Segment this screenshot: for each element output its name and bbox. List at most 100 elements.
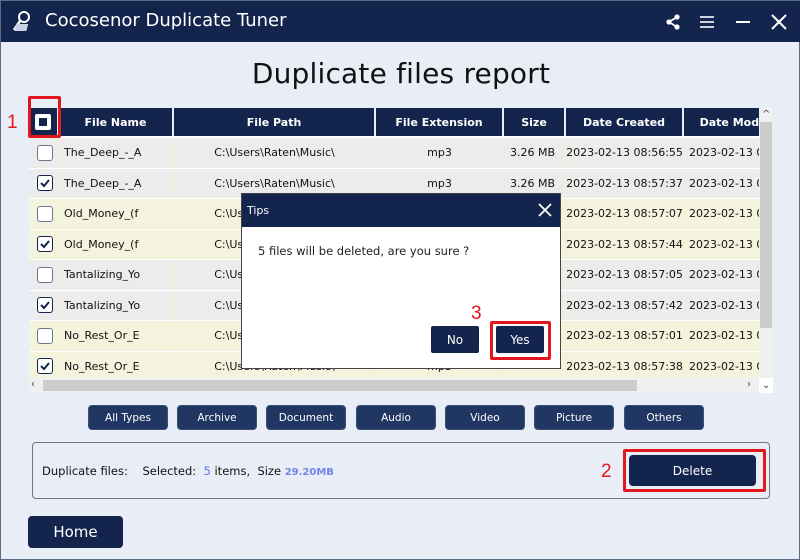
minimize-button[interactable] xyxy=(730,9,756,35)
filter-video-button[interactable]: Video xyxy=(445,405,525,430)
row-checkbox[interactable] xyxy=(37,327,53,344)
selection-summary: Duplicate files: Selected: 5 items, Size… xyxy=(42,464,334,478)
dialog-header: Tips xyxy=(242,194,560,227)
row-checkbox[interactable] xyxy=(37,358,53,375)
checkmark-icon xyxy=(40,362,50,371)
step-3-highlight xyxy=(490,321,551,360)
step-2-label: 2 xyxy=(601,461,612,482)
file-name-cell: Tantalizing_Yo xyxy=(59,260,174,290)
row-select-cell xyxy=(29,199,59,229)
filter-picture-button[interactable]: Picture xyxy=(534,405,614,430)
scroll-up-icon[interactable]: ^ xyxy=(762,110,770,120)
row-select-cell xyxy=(29,138,59,168)
column-header-size[interactable]: Size xyxy=(504,108,566,136)
file-path-cell: C:\Users\Raten\Music\ xyxy=(174,138,376,168)
row-checkbox[interactable] xyxy=(37,236,53,253)
share-button[interactable] xyxy=(660,9,686,35)
scroll-right-icon[interactable]: › xyxy=(747,380,751,390)
share-icon xyxy=(666,14,680,30)
step-3-label: 3 xyxy=(471,303,482,324)
date-created-cell: 2023-02-13 08:57:38 xyxy=(566,351,684,378)
dialog-title: Tips xyxy=(247,204,270,217)
row-checkbox[interactable] xyxy=(37,297,53,314)
selected-label: Selected: xyxy=(142,464,197,478)
dialog-close-button[interactable] xyxy=(536,201,554,219)
items-label: items, xyxy=(214,464,251,478)
row-select-cell xyxy=(29,168,59,198)
date-created-cell: 2023-02-13 08:57:37 xyxy=(566,168,684,198)
filter-archive-button[interactable]: Archive xyxy=(177,405,257,430)
step-2-highlight xyxy=(623,449,766,492)
row-checkbox[interactable] xyxy=(37,144,53,161)
date-created-cell: 2023-02-13 08:57:07 xyxy=(566,199,684,229)
row-checkbox[interactable] xyxy=(37,266,53,283)
selected-size: 29.20MB xyxy=(284,467,334,478)
minimize-icon xyxy=(736,21,750,23)
filter-all-types-button[interactable]: All Types xyxy=(88,405,168,430)
checkmark-icon xyxy=(40,240,50,249)
dialog-message: 5 files will be deleted, are you sure ? xyxy=(258,244,470,258)
close-icon xyxy=(538,203,552,217)
date-modified-cell: 2023-02-13 08:57:0 xyxy=(684,138,759,168)
table-header: File Name File Path File Extension Size … xyxy=(29,108,759,136)
column-header-file-extension[interactable]: File Extension xyxy=(376,108,504,136)
row-select-cell xyxy=(29,321,59,351)
date-modified-cell: 2023-02-13 08:57:5 xyxy=(684,199,759,229)
date-modified-cell: 2023-02-13 08:57:3 xyxy=(684,352,759,379)
file-name-cell: No_Rest_Or_E xyxy=(59,351,174,378)
date-created-cell: 2023-02-13 08:56:55 xyxy=(566,138,684,168)
step-1-label: 1 xyxy=(7,112,18,133)
file-name-cell: No_Rest_Or_E xyxy=(59,321,174,351)
column-header-file-path[interactable]: File Path xyxy=(174,108,376,136)
menu-icon xyxy=(700,16,714,28)
filter-others-button[interactable]: Others xyxy=(624,405,704,430)
horizontal-scroll-thumb[interactable] xyxy=(43,380,637,391)
summary-label: Duplicate files: xyxy=(42,464,128,478)
row-select-cell xyxy=(29,229,59,259)
checkmark-icon xyxy=(40,301,50,310)
date-created-cell: 2023-02-13 08:57:05 xyxy=(566,260,684,290)
row-checkbox[interactable] xyxy=(37,175,53,192)
date-created-cell: 2023-02-13 08:57:44 xyxy=(566,229,684,259)
file-name-cell: The_Deep_-_A xyxy=(59,168,174,198)
table-row[interactable]: The_Deep_-_A C:\Users\Raten\Music\ mp3 3.26… xyxy=(29,138,759,169)
scroll-left-icon[interactable]: ‹ xyxy=(31,380,35,390)
file-name-cell: Old_Money_(f xyxy=(59,229,174,259)
date-modified-cell: 2023-02-13 08:57:5 xyxy=(684,230,759,260)
row-select-cell xyxy=(29,290,59,320)
file-name-cell: Old_Money_(f xyxy=(59,199,174,229)
date-modified-cell: 2023-02-13 08:57:3 xyxy=(684,169,759,199)
page-title: Duplicate files report xyxy=(251,57,551,90)
checkmark-icon xyxy=(40,179,50,188)
date-modified-cell: 2023-02-13 08:57:4 xyxy=(684,260,759,290)
size-label: Size xyxy=(257,464,282,478)
selected-count: 5 xyxy=(203,464,211,478)
row-checkbox[interactable] xyxy=(37,205,53,222)
vertical-scrollbar[interactable]: ^ ⌄ xyxy=(759,108,773,391)
file-name-cell: The_Deep_-_A xyxy=(59,138,174,168)
title-bar: Cocosenor Duplicate Tuner xyxy=(1,1,800,42)
vertical-scroll-thumb[interactable] xyxy=(760,122,772,328)
filter-audio-button[interactable]: Audio xyxy=(356,405,436,430)
horizontal-scrollbar[interactable]: ‹ › xyxy=(29,378,759,393)
step-1-highlight xyxy=(28,96,61,138)
date-created-cell: 2023-02-13 08:57:42 xyxy=(566,290,684,320)
row-select-cell xyxy=(29,351,59,378)
dialog-no-button[interactable]: No xyxy=(431,326,479,353)
menu-button[interactable] xyxy=(694,9,720,35)
scroll-down-icon[interactable]: ⌄ xyxy=(762,381,770,391)
column-header-file-name[interactable]: File Name xyxy=(59,108,174,136)
app-logo-icon xyxy=(11,10,35,34)
size-cell: 3.26 MB xyxy=(504,138,566,168)
date-created-cell: 2023-02-13 08:57:01 xyxy=(566,321,684,351)
close-window-button[interactable] xyxy=(766,9,792,35)
date-modified-cell: 2023-02-13 08:57:1 xyxy=(684,321,759,351)
row-select-cell xyxy=(29,260,59,290)
file-name-cell: Tantalizing_Yo xyxy=(59,290,174,320)
date-modified-cell: 2023-02-13 08:57:4 xyxy=(684,291,759,321)
column-header-date-created[interactable]: Date Created xyxy=(566,108,684,136)
file-extension-cell: mp3 xyxy=(376,138,504,168)
filter-document-button[interactable]: Document xyxy=(266,405,346,430)
home-button[interactable]: Home xyxy=(28,516,123,548)
column-header-date-modified[interactable]: Date Modified xyxy=(684,108,759,136)
